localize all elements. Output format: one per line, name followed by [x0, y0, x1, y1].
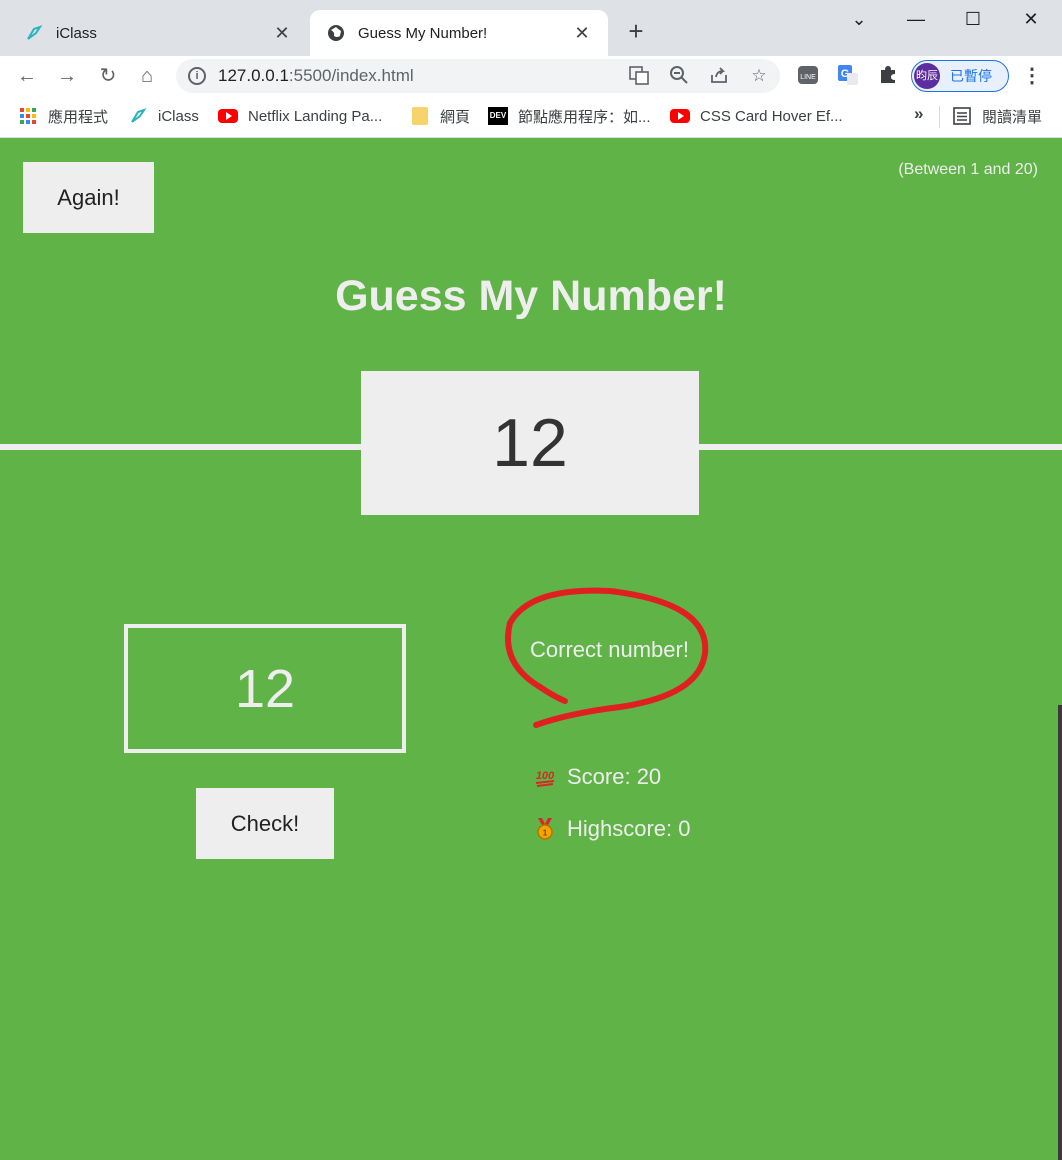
highscore: 1 Highscore: 0: [533, 816, 691, 842]
zoom-out-icon[interactable]: [668, 65, 690, 87]
close-icon[interactable]: ✕: [272, 23, 292, 44]
reading-list-button[interactable]: 閱讀清單: [952, 104, 1042, 128]
iclass-logo-icon: [24, 23, 44, 43]
info-icon[interactable]: i: [188, 67, 206, 85]
tab-strip: iClass ✕ Guess My Number! ✕ + ⌄ — ☐ ✕: [0, 0, 1062, 56]
tab-iclass[interactable]: iClass ✕: [8, 10, 308, 56]
line-extension-icon[interactable]: LINE: [796, 64, 820, 88]
message: Correct number!: [530, 637, 689, 662]
bookmark-label: iClass: [158, 107, 199, 125]
url-text[interactable]: 127.0.0.1:5500/index.html: [218, 66, 414, 86]
bookmarks-overflow-button[interactable]: »: [914, 104, 923, 124]
browser-toolbar: ← → ↻ ⌂ i 127.0.0.1:5500/index.html ☆ LI…: [0, 56, 1062, 96]
url-path: :5500/index.html: [288, 66, 414, 85]
globe-icon: [326, 23, 346, 43]
tab-guess-my-number[interactable]: Guess My Number! ✕: [310, 10, 608, 56]
forward-arrow-icon[interactable]: →: [53, 62, 81, 90]
score-label: Score: 20: [567, 764, 662, 789]
dev-icon: DEV: [488, 107, 508, 125]
bookmark-label: CSS Card Hover Ef...: [700, 107, 843, 125]
bookmark-apps[interactable]: 應用程式: [18, 104, 108, 128]
svg-text:LINE: LINE: [800, 74, 816, 81]
medal-icon: 1: [533, 817, 557, 841]
bookmarks-bar: 應用程式 iClass Netflix Landing Pa... 網頁 DEV…: [0, 96, 1062, 138]
apps-grid-icon: [18, 107, 38, 125]
range-hint: (Between 1 and 20): [898, 161, 1038, 178]
bookmark-css-card[interactable]: CSS Card Hover Ef...: [670, 104, 843, 128]
profile-button[interactable]: 昀辰 已暫停: [911, 60, 1009, 92]
bookmark-iclass[interactable]: iClass: [128, 104, 199, 128]
svg-text:1: 1: [543, 829, 548, 838]
bookmark-label: 節點應用程序：如...: [518, 108, 651, 126]
chevron-down-icon[interactable]: ⌄: [839, 6, 879, 32]
guess-input[interactable]: 12: [124, 624, 406, 753]
again-button[interactable]: Again!: [23, 162, 154, 233]
check-button[interactable]: Check!: [196, 788, 334, 859]
bookmark-label: 應用程式: [48, 108, 109, 126]
iclass-logo-icon: [128, 107, 148, 125]
star-icon[interactable]: ☆: [748, 65, 770, 87]
window-close-icon[interactable]: ✕: [1011, 6, 1051, 32]
tab-label: Guess My Number!: [358, 24, 488, 42]
share-icon[interactable]: [708, 65, 730, 87]
secret-number: 12: [361, 371, 699, 515]
youtube-icon: [218, 107, 238, 125]
avatar: 昀辰: [914, 63, 940, 89]
profile-status: 已暫停: [950, 68, 992, 84]
game-page: Again! (Between 1 and 20) Guess My Numbe…: [0, 138, 1062, 1160]
minimize-icon[interactable]: —: [896, 6, 936, 32]
bookmark-label: Netflix Landing Pa...: [248, 107, 383, 125]
bookmark-netflix-landing[interactable]: Netflix Landing Pa...: [218, 104, 382, 128]
translate-icon[interactable]: [628, 65, 650, 87]
bookmark-dev[interactable]: DEV 節點應用程序：如...: [488, 104, 651, 128]
folder-icon: [410, 107, 430, 125]
back-arrow-icon[interactable]: ←: [13, 62, 41, 90]
bookmark-folder[interactable]: 網頁: [410, 104, 470, 128]
address-bar[interactable]: i 127.0.0.1:5500/index.html ☆: [176, 59, 780, 93]
close-icon[interactable]: ✕: [572, 23, 592, 44]
hundred-points-icon: 100: [533, 765, 557, 789]
more-menu-icon[interactable]: ⋮: [1022, 62, 1042, 90]
page-title: Guess My Number!: [335, 272, 727, 320]
google-translate-icon[interactable]: G: [836, 64, 860, 88]
divider: [939, 106, 940, 128]
highscore-label: Highscore: 0: [567, 816, 691, 841]
maximize-icon[interactable]: ☐: [953, 6, 993, 32]
reading-list-label: 閱讀清單: [982, 108, 1043, 126]
score: 100 Score: 20: [533, 764, 661, 790]
url-host: 127.0.0.1: [218, 66, 289, 85]
youtube-icon: [670, 107, 690, 125]
reload-icon[interactable]: ↻: [94, 62, 122, 90]
home-icon[interactable]: ⌂: [133, 62, 161, 90]
puzzle-extensions-icon[interactable]: [876, 64, 900, 88]
reading-list-icon: [952, 107, 972, 125]
window-edge: [1058, 705, 1062, 1160]
new-tab-icon[interactable]: +: [622, 16, 650, 46]
bookmark-label: 網頁: [440, 108, 471, 126]
tab-label: iClass: [56, 24, 97, 42]
